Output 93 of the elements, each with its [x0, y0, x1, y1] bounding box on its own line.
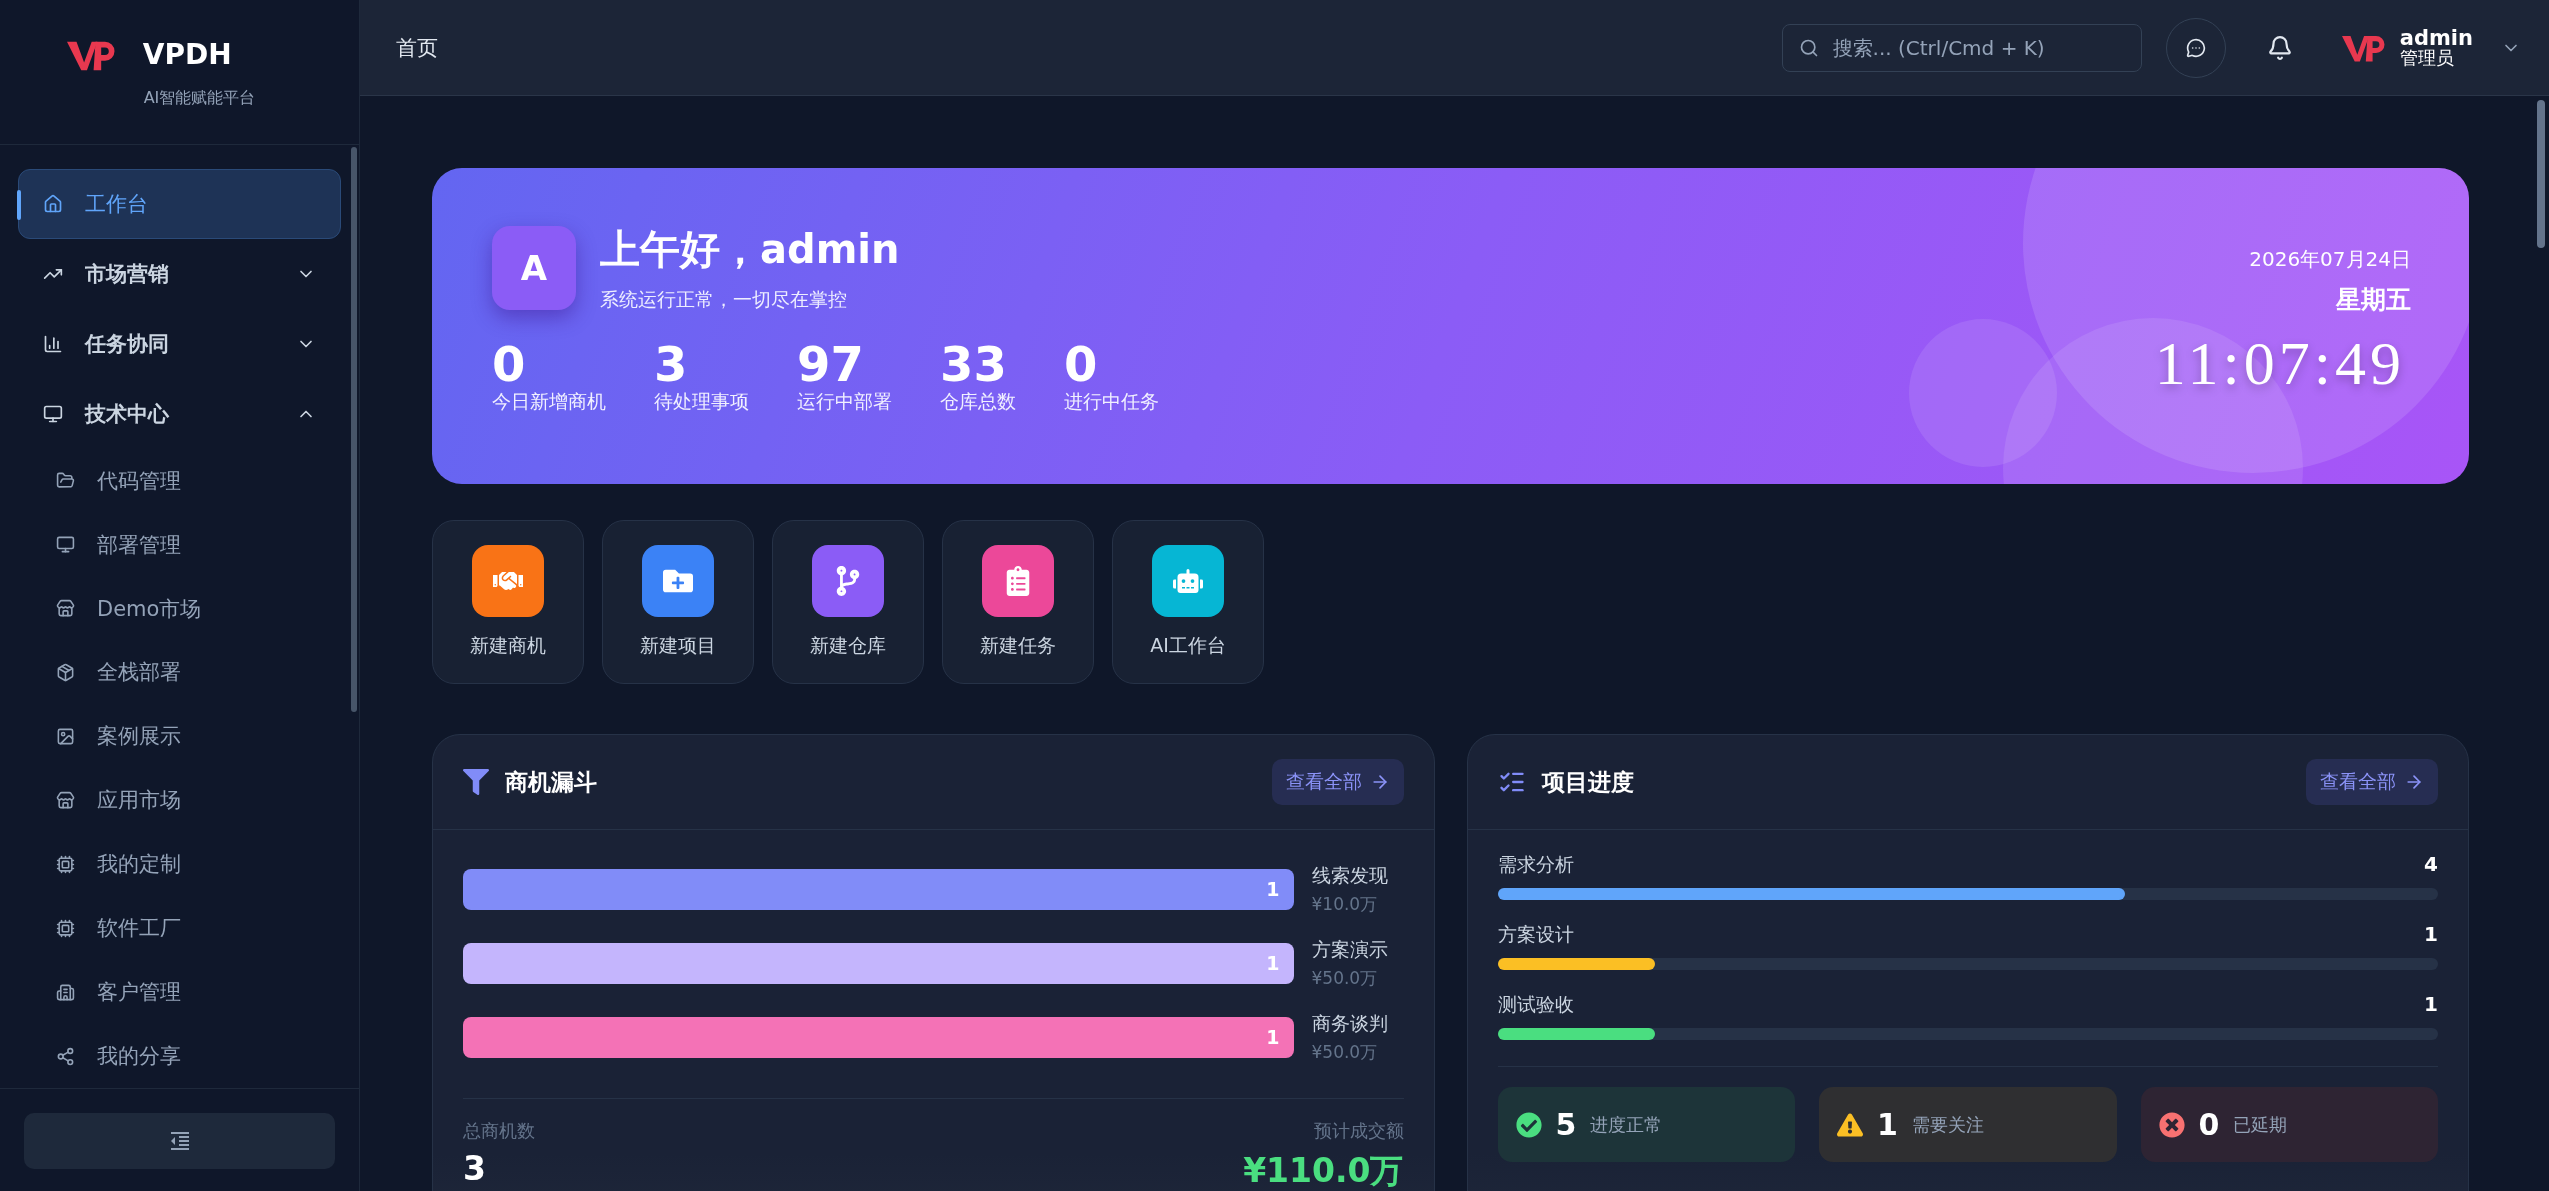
image-icon: [56, 726, 75, 746]
view-all-button[interactable]: 查看全部: [2306, 759, 2438, 805]
building-icon: [56, 982, 75, 1002]
sidebar-item[interactable]: 任务协同: [18, 308, 341, 379]
stage-name: 需求分析: [1497, 852, 1574, 877]
quick-action-button[interactable]: 新建项目: [602, 520, 754, 684]
stage-name: 测试验收: [1497, 992, 1574, 1017]
funnel-bar: 1: [463, 942, 1294, 984]
brand-name: VPDH: [142, 38, 232, 71]
quick-action-button[interactable]: 新建任务: [942, 520, 1094, 684]
scrollbar-thumb[interactable]: [351, 147, 357, 712]
brand-tagline: AI智能赋能平台: [143, 87, 256, 109]
sidebar-item[interactable]: 技术中心: [18, 378, 341, 449]
store-icon: [56, 599, 75, 619]
stat-value: 0: [492, 339, 527, 390]
quick-action-button[interactable]: 新建商机: [432, 520, 584, 684]
sidebar-subitem[interactable]: 我的定制: [18, 832, 341, 897]
stage-count: 1: [2424, 992, 2438, 1018]
sidebar-subitem[interactable]: Demo市场: [18, 576, 341, 641]
stat-value: 3: [654, 339, 689, 390]
sidebar-subitem[interactable]: 客户管理: [18, 960, 341, 1025]
stat-value: 97: [797, 339, 865, 390]
chat-icon: [2185, 37, 2206, 58]
chip-icon: [56, 854, 75, 874]
sidebar-subitem[interactable]: 软件工厂: [18, 896, 341, 961]
sidebar-subitem[interactable]: 全栈部署: [18, 640, 341, 705]
forecast-value: ¥110.0万: [1243, 1150, 1404, 1191]
stat-label: 进行中任务: [1064, 389, 1159, 415]
share-icon: [56, 1046, 75, 1066]
sidebar-item[interactable]: 工作台: [18, 169, 341, 239]
stage-amount: ¥50.0万: [1311, 1040, 1379, 1064]
bell-icon: [2266, 34, 2293, 61]
sidebar-subitem[interactable]: 我的分享: [18, 1024, 341, 1088]
breadcrumb[interactable]: 首页: [396, 33, 438, 62]
clock-text: 11:07:49: [2154, 328, 2406, 399]
stage-name: 线索发现: [1311, 862, 1389, 888]
stat-value: 33: [940, 339, 1008, 390]
scrollbar-thumb[interactable]: [2537, 100, 2545, 248]
search-input[interactable]: 搜索... (Ctrl/Cmd + K): [1830, 34, 2125, 61]
card-title: 商机漏斗: [505, 767, 598, 797]
stat-label: 仓库总数: [940, 389, 1016, 415]
greeting-subtitle: 系统运行正常，一切尽在掌控: [600, 287, 848, 312]
quick-action-button[interactable]: AI工作台: [1112, 520, 1264, 684]
store-icon: [56, 790, 75, 810]
search-field[interactable]: 搜索... (Ctrl/Cmd + K): [1781, 23, 2142, 72]
folder-icon: [56, 471, 75, 491]
monitor-icon: [43, 403, 63, 424]
greeting-title: 上午好，admin: [600, 225, 900, 274]
total-label: 总商机数: [463, 1119, 535, 1143]
sidebar-subitem[interactable]: 案例展示: [18, 704, 341, 769]
bar-chart-icon: [43, 333, 63, 354]
sidebar-subitem[interactable]: 部署管理: [18, 512, 341, 577]
status-label: 已延期: [2233, 1112, 2288, 1137]
stage-name: 方案演示: [1311, 936, 1389, 962]
funnel-bar: 1: [463, 1016, 1294, 1058]
status-count: 0: [2198, 1107, 2220, 1142]
view-all-button[interactable]: 查看全部: [1271, 759, 1404, 805]
sidebar-subitem[interactable]: 代码管理: [18, 448, 341, 513]
quick-action-button[interactable]: 新建仓库: [772, 520, 924, 684]
funnel-bar: 1: [463, 868, 1294, 910]
total-value: 3: [463, 1149, 486, 1188]
chip-icon: [56, 918, 75, 938]
user-role: 管理员: [2399, 49, 2455, 68]
robot-icon: [1173, 566, 1203, 596]
status-label: 需要关注: [1911, 1112, 1984, 1137]
error-icon: [2158, 1111, 2185, 1138]
weekday-text: 星期五: [2336, 284, 2411, 316]
stage-amount: ¥10.0万: [1311, 892, 1379, 916]
user-name[interactable]: admin: [2399, 27, 2473, 50]
stat-label: 今日新增商机: [492, 389, 606, 415]
home-icon: [43, 193, 63, 214]
warning-icon: [1837, 1111, 1863, 1138]
stat-label: 运行中部署: [797, 389, 892, 415]
box-icon: [56, 662, 75, 682]
stage-count: 1: [2424, 922, 2438, 948]
search-icon: [1798, 37, 1819, 58]
sidebar-item[interactable]: 市场营销: [18, 238, 341, 309]
funnel-icon: [463, 769, 489, 795]
stat-label: 待处理事项: [654, 389, 749, 415]
monitor-icon: [56, 535, 75, 555]
stage-amount: ¥50.0万: [1311, 966, 1379, 990]
stage-name: 方案设计: [1497, 922, 1574, 947]
status-count: 1: [1877, 1107, 1898, 1142]
avatar: A: [492, 225, 576, 310]
status-count: 5: [1555, 1107, 1577, 1142]
stage-count: 4: [2424, 852, 2438, 878]
forecast-label: 预计成交额: [1313, 1119, 1404, 1143]
status-label: 进度正常: [1590, 1112, 1663, 1137]
sidebar-subitem[interactable]: 应用市场: [18, 768, 341, 833]
card-title: 项目进度: [1541, 767, 1635, 797]
stage-name: 商务谈判: [1311, 1010, 1389, 1036]
date-text: 2026年07月24日: [2249, 246, 2411, 273]
stat-value: 0: [1064, 339, 1099, 390]
